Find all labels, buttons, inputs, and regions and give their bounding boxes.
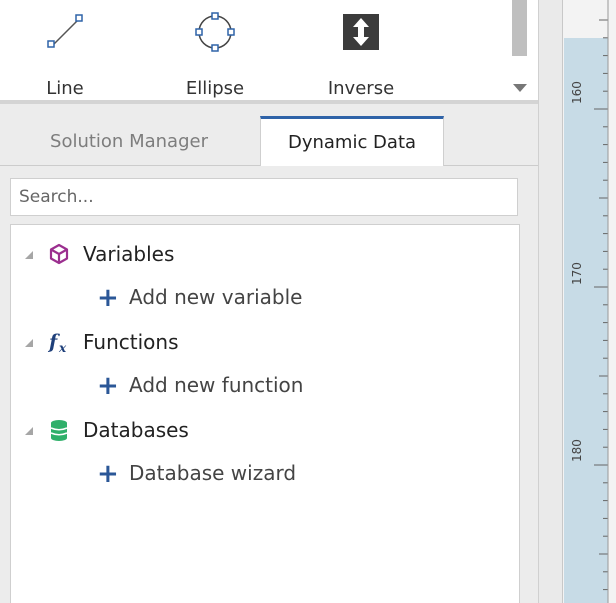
dynamic-data-tree: Variables + Add new variable f x Functio… — [10, 224, 520, 603]
inverse-tool-label: Inverse — [327, 78, 395, 99]
database-icon — [50, 420, 68, 441]
ruler-label-180: 180 — [570, 439, 584, 462]
ellipse-tool-label: Ellipse — [185, 78, 245, 99]
plus-icon: + — [97, 371, 119, 401]
tree-node-label: Databases — [83, 418, 189, 442]
tab-dynamic-data[interactable]: Dynamic Data — [260, 116, 444, 168]
inverse-tool-button[interactable]: Inverse — [306, 0, 416, 100]
database-wizard-item[interactable]: + Database wizard — [11, 456, 331, 492]
expand-caret-icon[interactable] — [23, 425, 35, 437]
tree-node-functions[interactable]: f x Functions — [11, 325, 311, 361]
add-new-function-item[interactable]: + Add new function — [11, 368, 331, 404]
toolbar-scroll-thumb[interactable] — [512, 0, 527, 56]
ruler-highlight-band — [564, 38, 608, 603]
ellipse-tool-button[interactable]: Ellipse — [160, 0, 270, 100]
add-new-variable-item[interactable]: + Add new variable — [11, 280, 331, 316]
tree-node-variables[interactable]: Variables — [11, 237, 311, 273]
panel-splitter[interactable] — [538, 0, 563, 603]
line-tool-button[interactable]: Line — [10, 0, 120, 100]
plus-icon: + — [97, 459, 119, 489]
ruler-graphic: 160 170 180 — [564, 0, 609, 603]
tree-node-label: Functions — [83, 330, 179, 354]
inverse-tool-icon — [343, 14, 379, 50]
tab-solution-manager[interactable]: Solution Manager — [4, 118, 254, 166]
toolbar: Line Ellipse Inverse — [0, 0, 538, 104]
line-tool-label: Line — [46, 78, 84, 99]
svg-text:x: x — [58, 341, 67, 354]
chevron-down-icon[interactable] — [512, 82, 528, 94]
ruler-label-160: 160 — [570, 81, 584, 104]
tree-item-label: Add new function — [129, 373, 304, 397]
cube-icon — [49, 243, 69, 265]
dynamic-data-panel: Variables + Add new variable f x Functio… — [0, 166, 538, 603]
tree-item-label: Add new variable — [129, 285, 303, 309]
ruler-label-170: 170 — [570, 262, 584, 285]
panel-tabs: Solution Manager Dynamic Data — [0, 104, 538, 170]
plus-icon: + — [97, 283, 119, 313]
function-fx-icon: f x — [47, 331, 67, 354]
tree-node-databases[interactable]: Databases — [11, 413, 311, 449]
tree-node-label: Variables — [83, 242, 175, 266]
line-tool-icon — [47, 14, 83, 48]
search-input[interactable] — [10, 178, 518, 216]
expand-caret-icon[interactable] — [23, 337, 35, 349]
expand-caret-icon[interactable] — [23, 249, 35, 261]
vertical-ruler: 160 170 180 — [562, 0, 616, 603]
ellipse-tool-icon — [195, 12, 235, 52]
tree-item-label: Database wizard — [129, 461, 297, 485]
